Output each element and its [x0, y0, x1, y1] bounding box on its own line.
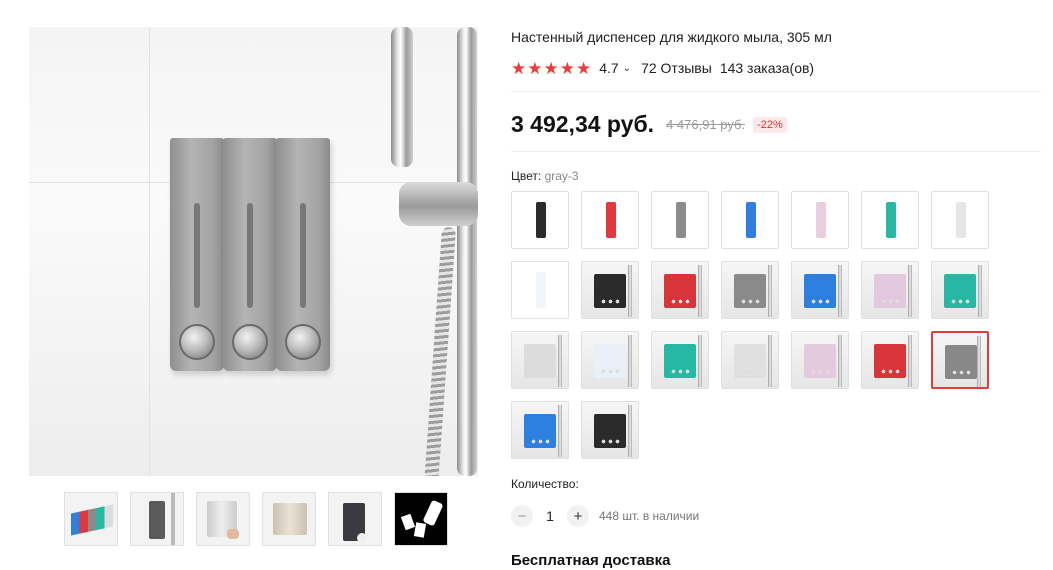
- quantity-increase-button[interactable]: +: [567, 505, 589, 527]
- color-swatch-pink-3[interactable]: [791, 331, 849, 389]
- swatch-preview: [582, 262, 638, 318]
- thumbnail-double-black[interactable]: [328, 492, 382, 546]
- color-swatch-black-3[interactable]: [581, 401, 639, 459]
- pump-button-icon: [285, 324, 321, 360]
- main-product-image[interactable]: [29, 27, 478, 476]
- swatch-preview: [792, 332, 848, 388]
- color-swatch-gray-3[interactable]: [931, 331, 989, 389]
- color-swatch-teal-3[interactable]: [651, 331, 709, 389]
- swatch-preview: [512, 402, 568, 458]
- rail-clamp: [399, 182, 478, 226]
- thumbnail-single[interactable]: [130, 492, 184, 546]
- color-swatch-red-3[interactable]: [861, 331, 919, 389]
- swatch-preview: [862, 262, 918, 318]
- swatch-preview: [746, 202, 756, 238]
- reviews-link[interactable]: 72 Отзывы: [641, 60, 712, 76]
- swatch-preview: [536, 272, 546, 308]
- color-swatch-red-1[interactable]: [581, 191, 639, 249]
- delivery-title: Бесплатная доставка: [511, 552, 671, 569]
- shower-hose: [423, 226, 457, 476]
- orders-count: 143 заказа(ов): [719, 60, 815, 76]
- color-swatch-gray-1[interactable]: [651, 191, 709, 249]
- quantity-decrease-button[interactable]: −: [511, 505, 533, 527]
- thumbnail-multicolor[interactable]: [64, 492, 118, 546]
- color-label: Цвет: gray-3: [511, 169, 579, 183]
- quantity-input[interactable]: 1: [533, 508, 567, 524]
- color-swatch-pink-2[interactable]: [861, 261, 919, 319]
- shower-head-pipe: [391, 27, 413, 167]
- swatch-preview: [816, 202, 826, 238]
- pump-button-icon: [232, 324, 268, 360]
- shower-rail: [457, 27, 477, 476]
- rating-value[interactable]: 4.7: [599, 60, 618, 76]
- dispenser-chamber: [170, 138, 224, 371]
- color-swatch-white-3b[interactable]: [721, 331, 779, 389]
- swatch-preview: [956, 202, 966, 238]
- quantity-label: Количество:: [511, 477, 579, 491]
- swatch-preview: [722, 332, 778, 388]
- stock-info: 448 шт. в наличии: [599, 509, 700, 523]
- price-row: 3 492,34 руб. 4 476,91 руб. -22%: [511, 111, 787, 138]
- selected-color-value: gray-3: [544, 169, 579, 183]
- quantity-stepper: − 1 + 448 шт. в наличии: [511, 505, 699, 527]
- swatch-preview: [512, 332, 568, 388]
- swatch-preview: [862, 332, 918, 388]
- color-swatch-clear-3[interactable]: [581, 331, 639, 389]
- color-swatch-blue-2[interactable]: [791, 261, 849, 319]
- swatch-preview: [652, 332, 708, 388]
- thumbnail-triple-white[interactable]: [196, 492, 250, 546]
- swatch-preview: [582, 332, 638, 388]
- dispenser-chamber: [223, 138, 277, 371]
- rating-stars-icon: ★★★★★: [511, 58, 593, 78]
- swatch-preview: [933, 333, 987, 387]
- swatch-preview: [676, 202, 686, 238]
- color-swatch-white-1[interactable]: [931, 191, 989, 249]
- tile-line: [149, 27, 150, 476]
- divider: [511, 151, 1041, 152]
- divider: [511, 91, 1041, 92]
- swatch-preview: [886, 202, 896, 238]
- swatch-preview: [606, 202, 616, 238]
- swatch-preview: [722, 262, 778, 318]
- color-swatch-black-2[interactable]: [581, 261, 639, 319]
- color-swatch-teal-2[interactable]: [931, 261, 989, 319]
- swatch-preview: [536, 202, 546, 238]
- color-swatch-red-2[interactable]: [651, 261, 709, 319]
- swatch-preview: [792, 262, 848, 318]
- chevron-down-icon[interactable]: ⌄: [623, 63, 631, 74]
- thumbnail-triple-beige[interactable]: [262, 492, 316, 546]
- swatch-preview: [652, 262, 708, 318]
- pump-button-icon: [179, 324, 215, 360]
- color-swatch-teal-1[interactable]: [861, 191, 919, 249]
- current-price: 3 492,34 руб.: [511, 111, 655, 137]
- color-swatch-gray-2[interactable]: [721, 261, 779, 319]
- dispenser-chamber: [276, 138, 330, 371]
- color-swatch-clear-1[interactable]: [511, 261, 569, 319]
- color-swatch-white-3[interactable]: [511, 331, 569, 389]
- rating-row: ★★★★★ 4.7 ⌄ 72 Отзывы 143 заказа(ов): [511, 59, 814, 77]
- product-title: Настенный диспенсер для жидкого мыла, 30…: [511, 29, 832, 45]
- swatch-preview: [582, 402, 638, 458]
- color-swatch-pink-1[interactable]: [791, 191, 849, 249]
- color-swatch-blue-3[interactable]: [511, 401, 569, 459]
- swatch-preview: [932, 262, 988, 318]
- thumbnail-installation[interactable]: [394, 492, 448, 546]
- color-swatch-blue-1[interactable]: [721, 191, 779, 249]
- thumbnail-strip: [64, 492, 448, 546]
- old-price: 4 476,91 руб.: [666, 117, 746, 132]
- discount-badge: -22%: [753, 116, 787, 133]
- color-label-text: Цвет:: [511, 169, 542, 183]
- color-swatch-black-1[interactable]: [511, 191, 569, 249]
